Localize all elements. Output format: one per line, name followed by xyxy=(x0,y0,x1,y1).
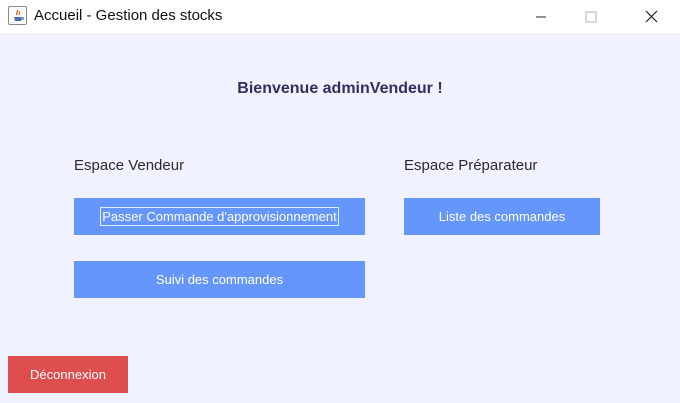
java-icon[interactable] xyxy=(8,6,27,25)
maximize-button[interactable] xyxy=(566,0,616,33)
seller-section-title: Espace Vendeur xyxy=(74,157,185,174)
main-panel: Bienvenue adminVendeur ! Espace Vendeur … xyxy=(0,33,680,403)
logout-button[interactable]: Déconnexion xyxy=(8,356,128,393)
welcome-heading: Bienvenue adminVendeur ! xyxy=(237,80,443,97)
window-title: Accueil - Gestion des stocks xyxy=(34,7,223,24)
title-bar[interactable]: Accueil - Gestion des stocks xyxy=(0,0,680,33)
orders-list-label: Liste des commandes xyxy=(438,209,566,224)
preparer-section-title: Espace Préparateur xyxy=(404,157,538,174)
minimize-button[interactable] xyxy=(516,0,566,33)
track-orders-button[interactable]: Suivi des commandes xyxy=(74,261,365,298)
maximize-icon xyxy=(585,11,597,22)
place-supply-order-button[interactable]: Passer Commande d'approvisionnement xyxy=(74,198,365,235)
logout-label: Déconnexion xyxy=(30,367,106,382)
minimize-icon xyxy=(536,16,546,17)
track-orders-label: Suivi des commandes xyxy=(155,272,284,287)
close-icon xyxy=(645,10,657,23)
orders-list-button[interactable]: Liste des commandes xyxy=(404,198,600,235)
place-supply-order-label: Passer Commande d'approvisionnement xyxy=(100,207,339,226)
close-button[interactable] xyxy=(626,0,676,33)
